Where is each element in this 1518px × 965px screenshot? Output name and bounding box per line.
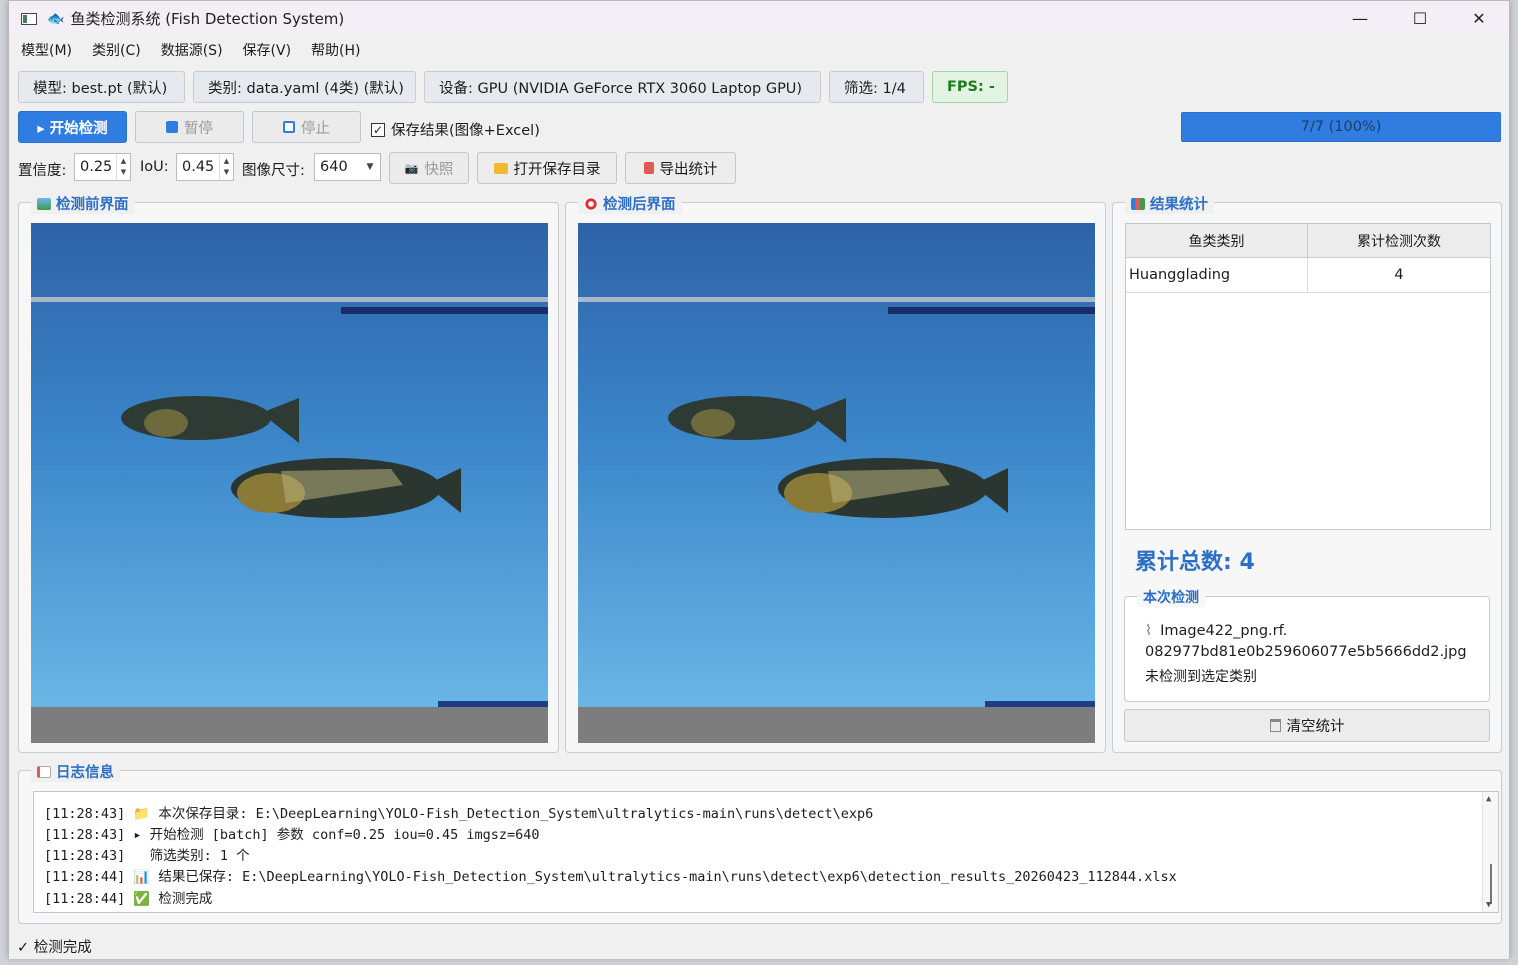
menu-help[interactable]: 帮助(H) (299, 40, 368, 60)
current-file-name: Image422_png.rf. (1160, 623, 1288, 639)
table-header-count[interactable]: 累计检测次数 (1308, 224, 1490, 258)
start-detection-button[interactable]: ▸ 开始检测 (18, 111, 127, 143)
paperclip-icon: ⌇ (1145, 623, 1153, 639)
stop-icon (283, 121, 295, 133)
log-text-area[interactable]: [11:28:43] 📁 本次保存目录: E:\DeepLearning\YOL… (33, 791, 1499, 913)
export-label: 导出统计 (659, 161, 718, 178)
conf-value: 0.25 (80, 159, 113, 175)
current-file-name-2: 082977bd81e0b259606077e5b5666dd2.jpg (1145, 644, 1467, 660)
fps-badge: FPS: - (932, 71, 1008, 103)
fish-image-after (578, 223, 1095, 743)
imgsz-label: 图像尺寸: (242, 163, 305, 179)
table-cell-count[interactable]: 4 (1308, 258, 1490, 293)
save-results-checkbox[interactable]: ✓ 保存结果(图像+Excel) (371, 119, 540, 140)
log-panel-title: 日志信息 (31, 761, 120, 782)
fish-icon: 🐟 (47, 10, 65, 27)
menu-model[interactable]: 模型(M) (9, 40, 80, 60)
scroll-down-icon[interactable]: ▼ (1486, 900, 1491, 910)
filter-info-button[interactable]: 筛选: 1/4 (829, 71, 924, 103)
scroll-up-icon[interactable]: ▲ (1486, 794, 1491, 804)
save-results-label: 保存结果(图像+Excel) (391, 123, 540, 139)
export-stats-button[interactable]: 导出统计 (625, 152, 736, 184)
image-icon (37, 197, 51, 210)
open-dir-label: 打开保存目录 (513, 161, 601, 178)
target-icon (584, 196, 598, 211)
checkbox-box[interactable]: ✓ (371, 122, 385, 137)
menu-save[interactable]: 保存(V) (231, 40, 300, 60)
after-title-text: 检测后界面 (603, 197, 676, 213)
window-title: 鱼类检测系统 (Fish Detection System) (70, 10, 345, 28)
current-detection-group: 本次检测 ⌇ Image422_png.rf. 082977bd81e0b259… (1124, 587, 1490, 702)
stats-table: 鱼类类别 累计检测次数 Huangglading 4 (1125, 223, 1491, 530)
conf-spinbox[interactable]: 0.25 ▲ ▼ (74, 153, 131, 181)
iou-spinbox[interactable]: 0.45 ▲ ▼ (176, 153, 234, 181)
after-panel: 检测后界面 (565, 193, 1106, 753)
log-panel: 日志信息 [11:28:43] 📁 本次保存目录: E:\DeepLearnin… (18, 761, 1502, 924)
imgsz-dropdown[interactable]: 640 ▼ (314, 153, 381, 181)
main-window: 🐟 鱼类检测系统 (Fish Detection System) — ☐ ✕ 模… (8, 0, 1510, 959)
log-scrollbar[interactable]: ▲ ▼ (1482, 792, 1498, 912)
folder-icon (493, 162, 508, 174)
maximize-button[interactable]: ☐ (1391, 1, 1449, 36)
status-bar: ✓ 检测完成 (9, 934, 1509, 959)
log-line: [11:28:44] ✅ 检测完成 (44, 891, 213, 907)
current-file-row: ⌇ Image422_png.rf. (1145, 623, 1287, 639)
log-line: [11:28:43] ▸ 开始检测 [batch] 参数 conf=0.25 i… (44, 827, 540, 843)
class-info-button[interactable]: 类别: data.yaml (4类) (默认) (193, 71, 416, 103)
minimize-button[interactable]: — (1331, 1, 1389, 36)
log-line: [11:28:43] 📁 本次保存目录: E:\DeepLearning\YOL… (44, 806, 874, 822)
conf-label: 置信度: (18, 163, 67, 179)
after-panel-title: 检测后界面 (578, 193, 682, 214)
memo-icon (37, 765, 51, 778)
trash-icon (1269, 719, 1281, 732)
window-app-icon (21, 12, 37, 25)
open-save-dir-button[interactable]: 打开保存目录 (477, 152, 617, 184)
clear-stats-button[interactable]: 清空统计 (1124, 709, 1490, 742)
log-line: [11:28:43] 筛选类别: 1 个 (44, 848, 250, 864)
log-title-text: 日志信息 (56, 765, 114, 781)
export-icon (643, 162, 654, 174)
camera-icon: 📷 (404, 161, 419, 175)
log-line: [11:28:44] 📊 结果已保存: E:\DeepLearning\YOLO… (44, 869, 1177, 885)
snapshot-label: 快照 (424, 161, 454, 178)
iou-value: 0.45 (182, 159, 215, 175)
menu-source[interactable]: 数据源(S) (149, 40, 231, 60)
title-bar: 🐟 鱼类检测系统 (Fish Detection System) — ☐ ✕ (9, 1, 1509, 36)
stats-title-text: 结果统计 (1150, 197, 1208, 213)
spin-arrows-icon[interactable]: ▲ ▼ (116, 154, 130, 180)
stop-button[interactable]: 停止 (252, 111, 361, 143)
imgsz-value: 640 (320, 159, 348, 175)
model-info-button[interactable]: 模型: best.pt (默认) (18, 71, 185, 103)
progress-bar: 7/7 (100%) (1181, 112, 1501, 142)
chevron-down-icon: ▼ (366, 161, 374, 172)
device-info-button[interactable]: 设备: GPU (NVIDIA GeForce RTX 3060 Laptop … (424, 71, 821, 103)
pause-icon (166, 121, 178, 133)
before-panel: 检测前界面 (18, 193, 559, 753)
stop-label: 停止 (301, 120, 330, 137)
scroll-thumb[interactable] (1490, 864, 1492, 904)
bar-chart-icon (1131, 197, 1145, 210)
clear-stats-label: 清空统计 (1286, 719, 1345, 735)
snapshot-button[interactable]: 📷 快照 (389, 152, 469, 184)
pause-button[interactable]: 暂停 (135, 111, 244, 143)
table-header-class[interactable]: 鱼类类别 (1126, 224, 1308, 258)
iou-label: IoU: (140, 159, 169, 175)
fish-image-before (31, 223, 548, 743)
table-cell-class[interactable]: Huangglading (1126, 258, 1308, 293)
before-panel-title: 检测前界面 (31, 193, 135, 214)
current-detection-title: 本次检测 (1137, 587, 1205, 607)
pause-label: 暂停 (184, 120, 213, 137)
before-title-text: 检测前界面 (56, 197, 129, 213)
menu-bar: 模型(M) 类别(C) 数据源(S) 保存(V) 帮助(H) (9, 38, 369, 62)
stats-panel-title: 结果统计 (1125, 193, 1214, 214)
menu-class[interactable]: 类别(C) (80, 40, 149, 60)
before-image (31, 223, 548, 743)
spin-arrows-icon[interactable]: ▲ ▼ (219, 154, 233, 180)
after-image (578, 223, 1095, 743)
close-button[interactable]: ✕ (1450, 1, 1508, 36)
total-count: 累计总数: 4 (1135, 550, 1255, 575)
current-result: 未检测到选定类别 (1145, 669, 1257, 685)
